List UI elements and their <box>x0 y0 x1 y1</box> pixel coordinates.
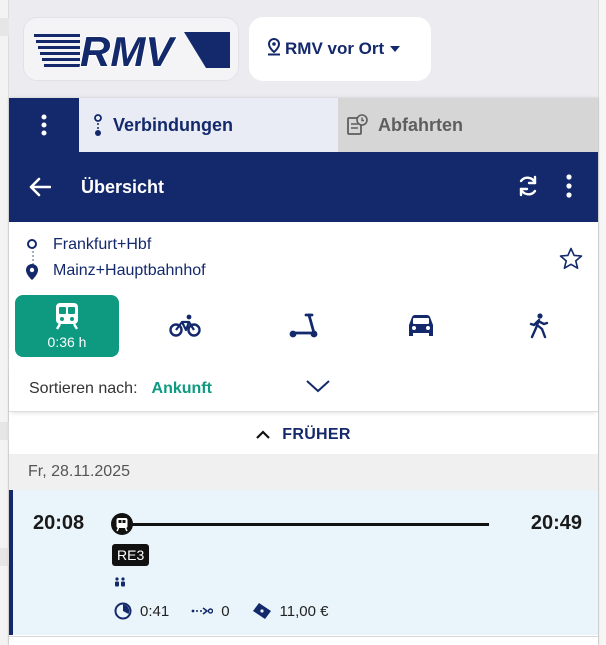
edge-marker <box>0 422 9 440</box>
price-value: 11,00 € <box>279 602 329 620</box>
chevron-down-icon[interactable] <box>305 378 331 399</box>
mode-scooter[interactable] <box>251 295 355 357</box>
vor-ort-label: RMV vor Ort <box>285 39 385 58</box>
price-item: 11,00 € <box>252 602 329 620</box>
car-icon <box>409 315 433 336</box>
ticket-icon <box>252 603 271 619</box>
tab-abfahrten-label: Abfahrten <box>378 114 463 135</box>
sort-bar[interactable]: Sortieren nach: Ankunft <box>9 366 598 412</box>
tab-abfahrten[interactable]: Abfahrten <box>338 98 598 152</box>
destination-text[interactable]: Mainz+Hauptbahnhof <box>53 262 206 280</box>
changes-value: 0 <box>221 602 230 620</box>
page-title: Übersicht <box>81 176 165 197</box>
tab-bar: Verbindungen Abfahrten <box>9 98 598 152</box>
mode-train[interactable]: 0:36 h <box>15 295 119 357</box>
transport-mode-selector: 0:36 h <box>9 295 598 359</box>
divider <box>9 636 598 637</box>
origin-text[interactable]: Frankfurt+Hbf <box>53 236 151 254</box>
chevron-up-icon <box>256 430 271 440</box>
occupancy-icon <box>114 574 126 592</box>
app-page: RMV RMV vor Ort Verbindungen Abfahrten Ü… <box>0 0 606 645</box>
scooter-icon <box>289 313 318 338</box>
bicycle-icon <box>169 314 201 337</box>
mode-walk[interactable] <box>487 295 591 357</box>
edge-marker <box>0 548 9 566</box>
mode-bike[interactable] <box>133 295 237 357</box>
rmv-logo[interactable]: RMV <box>23 17 239 81</box>
origin-circle-icon <box>27 239 37 249</box>
more-vertical-icon <box>41 114 47 136</box>
svg-text:RMV: RMV <box>80 30 176 70</box>
back-button[interactable] <box>29 177 55 197</box>
header-more-button[interactable] <box>566 174 572 203</box>
train-duration: 0:36 h <box>47 334 87 350</box>
connection-card[interactable]: 20:08 20:49 RE3 0:41 0 11,00 € <box>9 490 598 635</box>
location-pin-icon <box>266 37 282 61</box>
overview-header: Übersicht <box>9 152 598 222</box>
arrival-time: 20:49 <box>530 512 582 534</box>
menu-button[interactable] <box>9 98 79 152</box>
star-icon <box>559 247 583 269</box>
more-vertical-icon <box>566 174 572 198</box>
clock-icon <box>114 602 132 620</box>
tab-verbindungen-label: Verbindungen <box>113 114 234 135</box>
connection-meta: 0:41 0 11,00 € <box>114 602 350 620</box>
journey-panel: Verbindungen Abfahrten Übersicht Frankfu… <box>9 98 598 645</box>
departures-icon <box>346 114 368 136</box>
duration-item: 0:41 <box>114 602 169 620</box>
train-icon <box>111 513 133 535</box>
left-window-edge <box>0 0 9 645</box>
walk-icon <box>529 313 549 339</box>
earlier-label: FRÜHER <box>282 426 351 443</box>
edge-marker <box>0 18 9 36</box>
route-icon <box>93 114 103 136</box>
back-arrow-icon <box>29 177 51 197</box>
refresh-icon <box>519 175 537 197</box>
sort-value[interactable]: Ankunft <box>152 380 212 398</box>
scrollbar[interactable] <box>598 0 606 645</box>
route-summary: Frankfurt+Hbf Mainz+Hauptbahnhof <box>9 222 598 294</box>
line-badge: RE3 <box>112 544 150 566</box>
duration-value: 0:41 <box>140 602 170 620</box>
tab-verbindungen[interactable]: Verbindungen <box>79 98 338 152</box>
refresh-button[interactable] <box>516 174 540 203</box>
departure-time: 20:08 <box>33 512 85 534</box>
earlier-button[interactable]: FRÜHER <box>9 416 598 454</box>
favorite-button[interactable] <box>558 246 584 277</box>
train-icon <box>55 303 79 330</box>
top-bar: RMV RMV vor Ort <box>9 0 598 98</box>
journey-track <box>129 523 489 526</box>
date-header: Fr, 28.11.2025 <box>9 454 598 490</box>
mode-car[interactable] <box>369 295 473 357</box>
rmv-logo-icon: RMV <box>34 30 230 70</box>
chevron-down-icon <box>390 46 401 52</box>
transfer-icon <box>191 607 214 615</box>
vor-ort-dropdown[interactable]: RMV vor Ort <box>249 17 431 81</box>
destination-pin-icon <box>25 263 39 286</box>
sort-label: Sortieren nach: <box>29 379 138 397</box>
changes-item: 0 <box>191 602 230 620</box>
